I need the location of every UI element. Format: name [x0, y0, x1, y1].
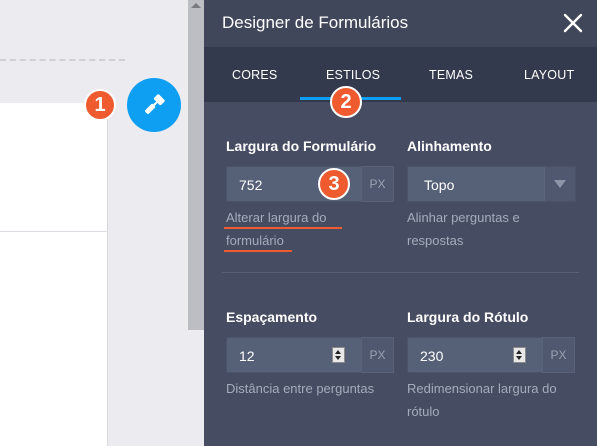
label-width-input[interactable]: 230: [407, 337, 545, 373]
close-button[interactable]: [562, 12, 584, 34]
spacing-stepper[interactable]: [332, 347, 345, 363]
spacing-value: 12: [239, 348, 255, 364]
section-divider: [222, 272, 579, 273]
paint-roller-icon: [145, 94, 165, 114]
form-preview-card: [0, 103, 108, 446]
tab-layout[interactable]: LAYOUT: [524, 68, 574, 82]
alignment-select[interactable]: Topo: [407, 166, 576, 202]
tab-cores[interactable]: CORES: [232, 68, 277, 82]
form-width-helper-line1: Alterar largura do: [226, 210, 327, 225]
step-callout-2: 2: [330, 86, 362, 118]
step-callout-3: 3: [318, 168, 350, 200]
tab-bar: CORES ESTILOS TEMAS LAYOUT: [204, 47, 597, 102]
close-icon: [563, 13, 583, 33]
spacing-helper: Distância entre perguntas: [226, 381, 375, 396]
label-width-label: Largura do Rótulo: [407, 309, 529, 325]
spacing-label: Espaçamento: [226, 309, 318, 325]
dashed-separator: [0, 59, 125, 61]
panel-title: Designer de Formulários: [222, 13, 409, 32]
alignment-helper-line1: Alinhar perguntas e: [407, 210, 520, 225]
highlight-underline-2: [224, 250, 292, 252]
triangle-down-icon: [554, 180, 566, 188]
spacing-input[interactable]: 12: [226, 337, 364, 373]
highlight-underline-1: [224, 227, 342, 229]
tab-estilos[interactable]: ESTILOS: [326, 68, 380, 82]
form-width-value: 752: [239, 177, 263, 193]
label-width-unit: PX: [542, 337, 575, 373]
form-designer-button[interactable]: [127, 78, 181, 132]
label-width-helper-line1: Redimensionar largura do: [407, 381, 557, 396]
scroll-up-arrow-icon[interactable]: [191, 3, 201, 8]
alignment-label: Alinhamento: [407, 138, 492, 154]
label-width-helper-line2: rótulo: [407, 404, 440, 419]
step-callout-1: 1: [84, 89, 116, 121]
alignment-helper: Alinhar perguntas e respostas: [407, 206, 520, 252]
form-width-unit: PX: [361, 166, 394, 202]
form-field-divider: [0, 231, 108, 232]
label-width-stepper[interactable]: [513, 347, 526, 363]
alignment-dropdown-toggle[interactable]: [544, 167, 575, 201]
spacing-unit: PX: [361, 337, 394, 373]
form-width-label: Largura do Formulário: [226, 138, 377, 154]
form-width-helper: Alterar largura do formulário: [226, 206, 326, 252]
form-designer-panel: Designer de Formulários CORES ESTILOS TE…: [204, 0, 597, 446]
tab-temas[interactable]: TEMAS: [429, 68, 473, 82]
alignment-value: Topo: [424, 177, 455, 193]
label-width-value: 230: [420, 348, 444, 364]
form-width-helper-line2: formulário: [226, 233, 284, 248]
form-canvas: [0, 0, 188, 446]
panel-header: Designer de Formulários: [204, 0, 597, 47]
alignment-helper-line2: respostas: [407, 233, 464, 248]
label-width-helper: Redimensionar largura do rótulo: [407, 377, 557, 423]
canvas-scrollbar-thumb[interactable]: [188, 0, 204, 330]
